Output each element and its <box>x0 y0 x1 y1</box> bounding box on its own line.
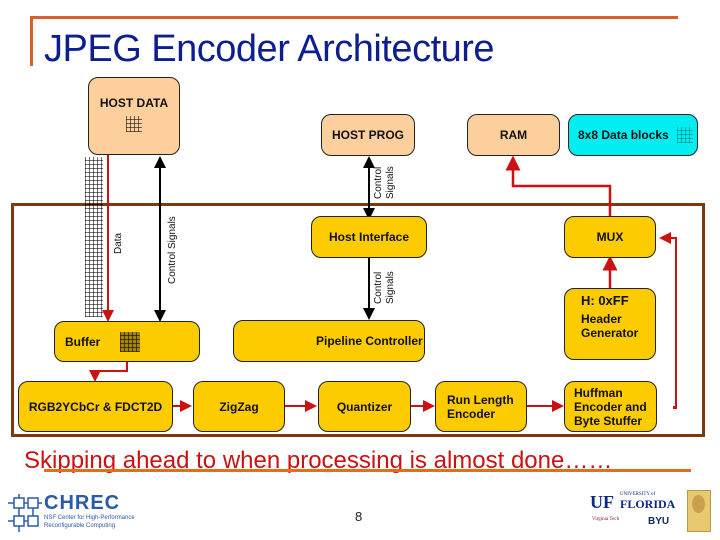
header-generator-block[interactable]: H: 0xFF Header Generator <box>564 288 656 360</box>
huffman-label-2: Encoder and <box>574 399 647 414</box>
data-signal-label: Data <box>113 232 124 254</box>
mux-block[interactable]: MUX <box>564 216 656 258</box>
chrec-subtitle-2: Reconfigurable Computing <box>44 523 116 529</box>
data-grid-icon <box>126 116 142 132</box>
data-grid-icon <box>676 127 693 143</box>
data-stream-grid-icon <box>85 157 103 317</box>
footer-rule <box>44 469 691 472</box>
chrec-name: CHREC <box>44 492 121 514</box>
buffer-block[interactable]: Buffer <box>54 321 200 362</box>
data-blocks-block[interactable]: 8x8 Data blocks <box>568 114 698 156</box>
quantizer-block[interactable]: Quantizer <box>318 381 411 432</box>
portrait-logo <box>687 490 711 532</box>
host-interface-label: Host Interface <box>328 230 410 244</box>
ram-label: RAM <box>499 128 528 142</box>
uf-mark: UF <box>590 492 614 512</box>
host-data-block[interactable]: HOST DATA <box>88 77 180 155</box>
pipeline-controller-block[interactable]: Pipeline Controller <box>233 320 425 362</box>
uf-logo: UF UNIVERSITY of FLORIDA <box>590 492 680 512</box>
host-interface-control-label-2: Signals <box>385 271 396 304</box>
chrec-subtitle-1: NSF Center for High-Performance <box>44 515 135 521</box>
page-number: 8 <box>355 509 363 524</box>
ram-block[interactable]: RAM <box>467 114 560 156</box>
data-line-buffer-to-rgb <box>89 362 128 382</box>
buffer-label: Buffer <box>65 334 101 349</box>
host-prog-control-label-2: Signals <box>385 166 396 199</box>
buffer-data-grid-icon <box>120 331 141 352</box>
mux-label: MUX <box>596 230 624 244</box>
huffman-encoder-block[interactable]: Huffman Encoder and Byte Stuffer <box>564 381 657 432</box>
control-signals-label: Control Signals <box>167 216 178 284</box>
data-blocks-label: 8x8 Data blocks <box>578 128 669 142</box>
portrait-icon <box>692 495 705 513</box>
uf-florida: FLORIDA <box>620 497 676 511</box>
host-interface-control-label-1: Control <box>373 271 384 304</box>
quantizer-label: Quantizer <box>336 399 393 414</box>
pipeline-controller-label: Pipeline Controller <box>316 334 423 348</box>
huffman-label-3: Byte Stuffer <box>574 413 643 428</box>
data-line-huffman-to-mux <box>659 232 677 409</box>
data-line-mux-to-ram <box>505 155 612 218</box>
byu-logo: BYU <box>648 516 670 527</box>
huffman-label-1: Huffman <box>574 385 623 400</box>
vt-logo: Virginia Tech <box>592 517 620 522</box>
host-interface-block[interactable]: Host Interface <box>311 216 427 258</box>
host-data-label: HOST DATA <box>99 96 169 110</box>
zigzag-label: ZigZag <box>219 399 259 414</box>
chrec-circuit-icon <box>8 494 42 532</box>
run-length-label-2: Encoder <box>447 406 496 421</box>
header-marker-label: H: 0xFF <box>581 293 629 308</box>
run-length-encoder-block[interactable]: Run Length Encoder <box>435 381 527 432</box>
host-prog-label: HOST PROG <box>331 128 404 142</box>
rgb2ycbcr-label: RGB2YCbCr & FDCT2D <box>28 399 163 414</box>
header-generator-label-1: Header <box>581 312 622 326</box>
header-generator-label-2: Generator <box>581 326 639 340</box>
host-prog-control-label-1: Control <box>373 166 384 199</box>
host-prog-block[interactable]: HOST PROG <box>321 114 415 156</box>
zigzag-block[interactable]: ZigZag <box>193 381 285 432</box>
rgb2ycbcr-fdct2d-block[interactable]: RGB2YCbCr & FDCT2D <box>18 381 173 432</box>
chrec-logo: CHREC NSF Center for High-Performance Re… <box>8 492 158 534</box>
run-length-label-1: Run Length <box>447 392 514 407</box>
